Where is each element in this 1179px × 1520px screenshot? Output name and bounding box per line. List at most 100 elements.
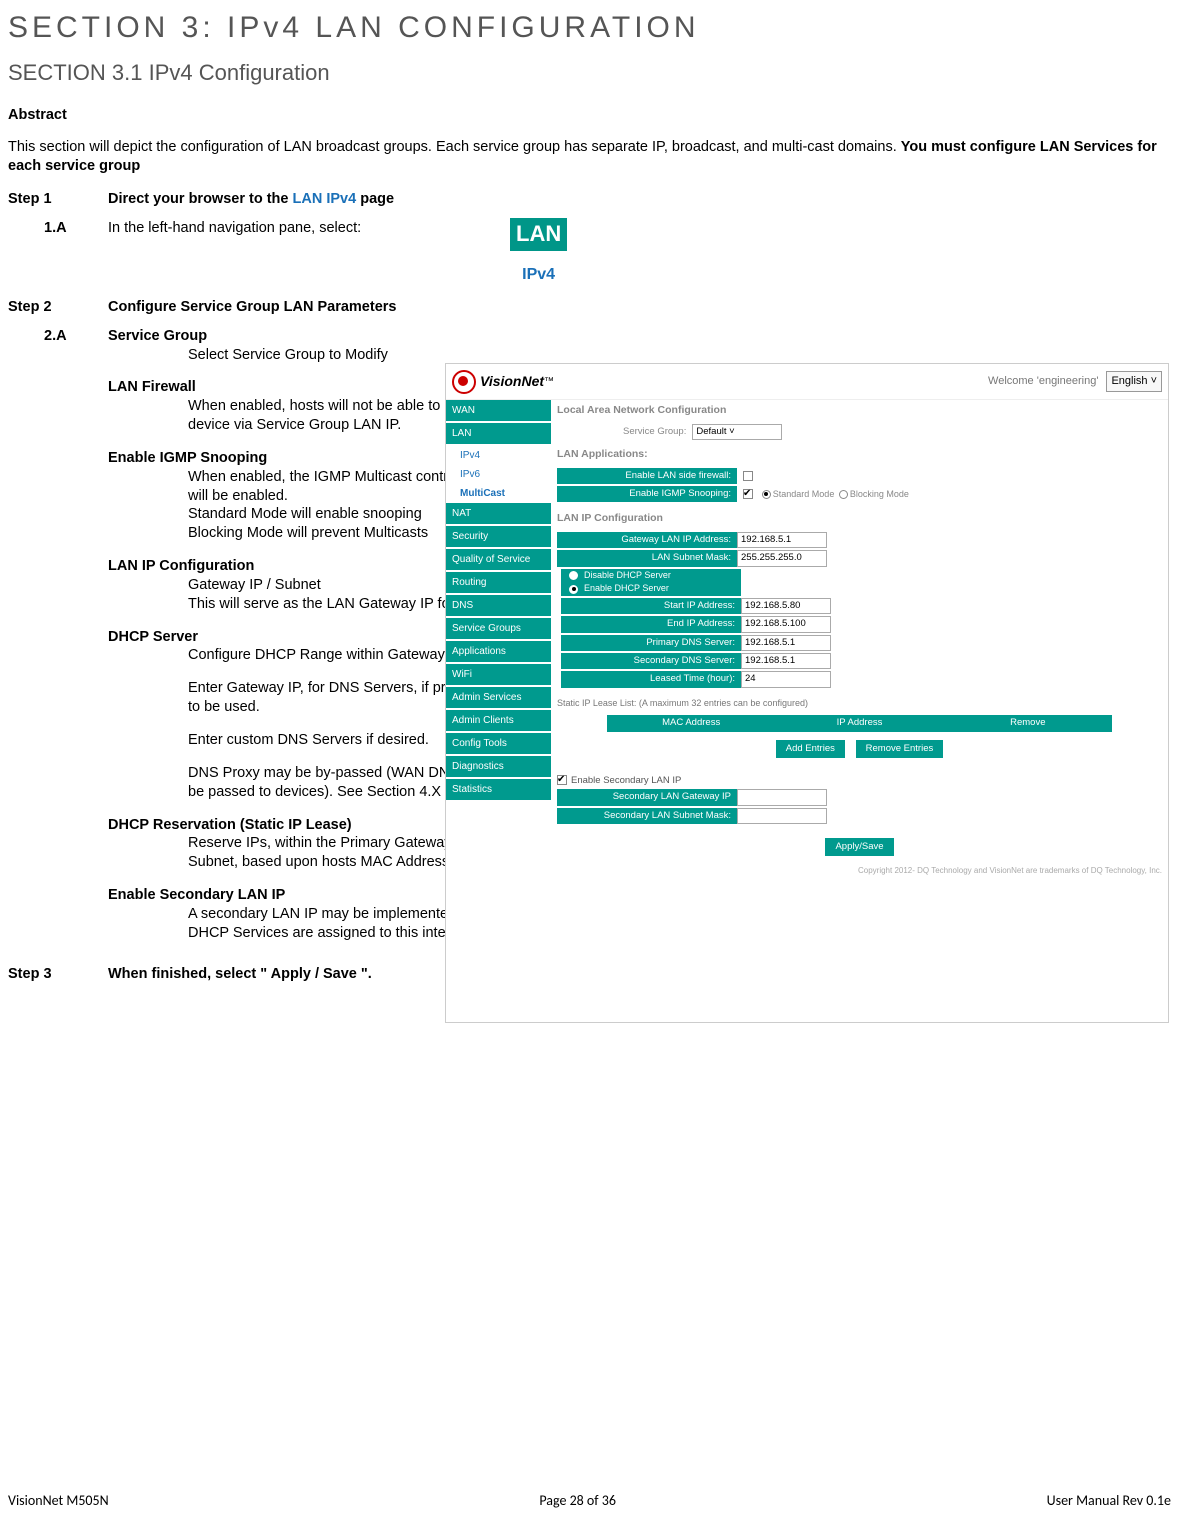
pdns-input[interactable]: 192.168.5.1 (741, 635, 831, 651)
step1-pre: Direct your browser to the (108, 191, 293, 207)
nav-lan: LAN (510, 218, 567, 251)
gw-label: Gateway LAN IP Address: (557, 532, 737, 548)
footer-right: User Manual Rev 0.1e (1047, 1492, 1171, 1510)
sidebar-sub-ipv4[interactable]: IPv4 (446, 446, 551, 465)
sidebar-item-lan[interactable]: LAN (446, 423, 551, 446)
sg-select[interactable]: Default ˅ (692, 424, 782, 440)
dhcp-disable-label: Disable DHCP Server (584, 570, 735, 582)
step1a-text: In the left-hand navigation pane, select… (108, 219, 361, 238)
mode-group: Standard Mode Blocking Mode (760, 489, 909, 499)
footer-left: VisionNet M505N (8, 1492, 109, 1510)
gw-input[interactable]: 192.168.5.1 (737, 532, 827, 548)
sidebar-item-wifi[interactable]: WiFi (446, 664, 551, 687)
language-value: English (1111, 375, 1147, 387)
apps-label: LAN Applications: (557, 448, 1162, 462)
ipcfg-label: LAN IP Configuration (557, 512, 1162, 526)
brand-tm: ™ (544, 375, 554, 388)
group-title: DHCP Reservation (Static IP Lease) (108, 816, 498, 835)
sidebar-item-diagnostics[interactable]: Diagnostics (446, 756, 551, 779)
secondary-lan-label: Enable Secondary LAN IP (571, 775, 681, 786)
sidebar-item-applications[interactable]: Applications (446, 641, 551, 664)
sidebar-item-routing[interactable]: Routing (446, 572, 551, 595)
copyright-text: Copyright 2012- DQ Technology and Vision… (557, 866, 1162, 876)
sec-gw-input[interactable] (737, 789, 827, 805)
group-desc: Select Service Group to Modify (188, 346, 498, 365)
footer-mid: Page 28 of 36 (539, 1492, 616, 1510)
group-dhcp: DHCP Server Configure DHCP Range within … (108, 628, 498, 802)
sidebar-item-dns[interactable]: DNS (446, 595, 551, 618)
firewall-checkbox[interactable] (743, 471, 753, 481)
dhcp-disable-row: Disable DHCP Server (561, 569, 741, 583)
step1-link: LAN IPv4 (293, 191, 357, 207)
dhcp-enable-row: Enable DHCP Server (561, 582, 741, 596)
igmp-row: Enable IGMP Snooping: Standard Mode Bloc… (557, 486, 1162, 502)
sidebar-sub-multicast[interactable]: MultiCast (446, 484, 551, 503)
group-firewall: LAN Firewall When enabled, hosts will no… (108, 378, 498, 435)
mode-std-radio[interactable] (762, 490, 771, 499)
sidebar-item-configtools[interactable]: Config Tools (446, 733, 551, 756)
sdns-input[interactable]: 192.168.5.1 (741, 653, 831, 669)
secondary-lan-checkbox[interactable] (557, 775, 567, 785)
secondary-lan-row: Enable Secondary LAN IP (557, 774, 1162, 787)
group-lanip: LAN IP Configuration Gateway IP / Subnet… (108, 557, 498, 614)
mask-label: LAN Subnet Mask: (557, 550, 737, 566)
step3-quote: " Apply / Save " (260, 966, 368, 982)
abstract-p1: This section will depict the configurati… (8, 139, 901, 155)
mode-std-label: Standard Mode (773, 489, 835, 499)
igmp-label: Enable IGMP Snooping: (557, 486, 737, 502)
abstract-label: Abstract (8, 106, 1171, 125)
dhcp-disable-radio[interactable] (569, 571, 578, 580)
main-panel: Local Area Network Configuration Service… (551, 400, 1168, 1022)
step1-label: Step 1 (8, 190, 108, 209)
sidebar-item-nat[interactable]: NAT (446, 503, 551, 526)
sidebar-sub-ipv6[interactable]: IPv6 (446, 465, 551, 484)
shot-body: WAN LAN IPv4 IPv6 MultiCast NAT Security… (446, 400, 1168, 1022)
page-footer: VisionNet M505N Page 28 of 36 User Manua… (8, 1492, 1171, 1510)
gw-row: Gateway LAN IP Address: 192.168.5.1 (557, 532, 1162, 548)
firewall-row: Enable LAN side firewall: (557, 468, 1162, 484)
step2a-label: 2.A (44, 327, 108, 957)
remove-entries-button[interactable]: Remove Entries (856, 740, 944, 758)
nav-block: LAN IPv4 (510, 218, 567, 285)
group-secondary: Enable Secondary LAN IP A secondary LAN … (108, 886, 498, 943)
mode-blk-radio[interactable] (839, 490, 848, 499)
language-select[interactable]: English ˅ (1106, 371, 1162, 391)
sidebar-item-servicegroups[interactable]: Service Groups (446, 618, 551, 641)
add-entries-button[interactable]: Add Entries (776, 740, 845, 758)
sidebar-item-adminclients[interactable]: Admin Clients (446, 710, 551, 733)
welcome-text: Welcome 'engineering' (988, 374, 1098, 388)
nav-ipv4: IPv4 (510, 265, 567, 286)
service-group-row: Service Group: Default ˅ (617, 424, 1162, 440)
group-title: DHCP Server (108, 628, 498, 647)
group-reservation: DHCP Reservation (Static IP Lease) Reser… (108, 816, 498, 873)
end-input[interactable]: 192.168.5.100 (741, 616, 831, 632)
sidebar-item-adminservices[interactable]: Admin Services (446, 687, 551, 710)
sec-mask-input[interactable] (737, 808, 827, 824)
col-ip: IP Address (775, 717, 943, 729)
step1-row: Step 1 Direct your browser to the LAN IP… (8, 190, 1171, 209)
logo-icon (452, 370, 476, 394)
mask-input[interactable]: 255.255.255.0 (737, 550, 827, 566)
sidebar-item-security[interactable]: Security (446, 526, 551, 549)
sidebar-item-statistics[interactable]: Statistics (446, 779, 551, 802)
start-input[interactable]: 192.168.5.80 (741, 598, 831, 614)
step2-text: Configure Service Group LAN Parameters (108, 298, 396, 317)
sidebar-item-qos[interactable]: Quality of Service (446, 549, 551, 572)
step3-post: . (368, 966, 372, 982)
igmp-checkbox[interactable] (743, 489, 753, 499)
mask-row: LAN Subnet Mask: 255.255.255.0 (557, 550, 1162, 566)
group-title: LAN IP Configuration (108, 557, 498, 576)
apply-save-button[interactable]: Apply/Save (825, 838, 893, 856)
dhcp-enable-radio[interactable] (569, 585, 578, 594)
abstract-text: This section will depict the configurati… (8, 138, 1171, 176)
lease-buttons: Add Entries Remove Entries (557, 734, 1162, 764)
mode-blk-label: Blocking Mode (850, 489, 909, 499)
step2-label: Step 2 (8, 298, 108, 317)
pdns-label: Primary DNS Server: (561, 635, 741, 651)
sidebar-item-wan[interactable]: WAN (446, 400, 551, 423)
sg-label: Service Group: (617, 424, 692, 440)
lease-input[interactable]: 24 (741, 671, 831, 687)
secondary-lan-block: Secondary LAN Gateway IP Secondary LAN S… (557, 789, 1162, 824)
sec-mask-label: Secondary LAN Subnet Mask: (557, 808, 737, 824)
sdns-label: Secondary DNS Server: (561, 653, 741, 669)
